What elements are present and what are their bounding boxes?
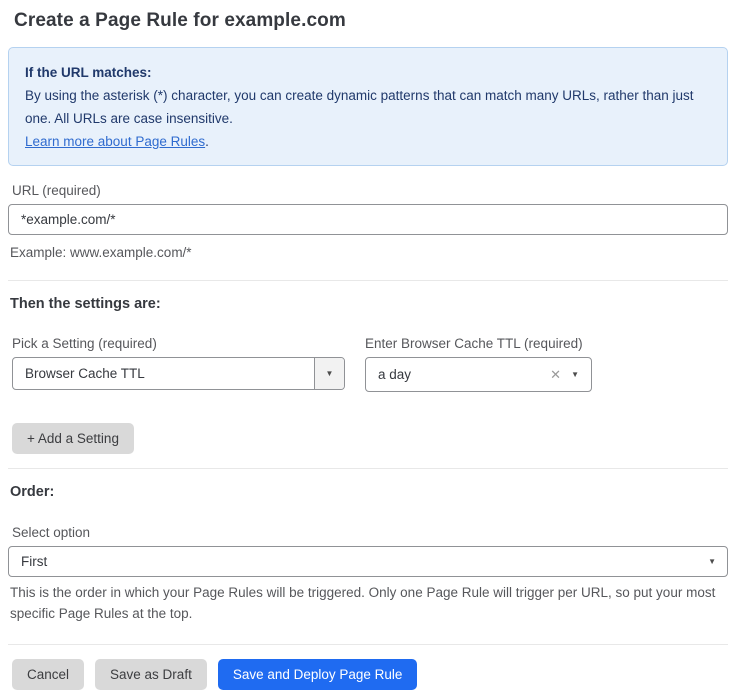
- info-box-link-line: Learn more about Page Rules.: [25, 130, 711, 153]
- url-label: URL (required): [12, 183, 728, 198]
- chevron-down-icon: ▼: [571, 371, 591, 379]
- add-setting-button[interactable]: + Add a Setting: [12, 423, 134, 454]
- chevron-down-icon: ▼: [326, 370, 334, 378]
- setting-select-group: Pick a Setting (required) Browser Cache …: [12, 336, 345, 392]
- order-helper-text: This is the order in which your Page Rul…: [10, 582, 728, 624]
- page-rule-form: Create a Page Rule for example.com If th…: [0, 0, 736, 690]
- url-example-helper: Example: www.example.com/*: [10, 242, 728, 263]
- save-as-draft-button[interactable]: Save as Draft: [95, 659, 207, 690]
- setting-select-caret-segment[interactable]: ▼: [314, 358, 344, 389]
- setting-select[interactable]: Browser Cache TTL ▼: [12, 357, 345, 390]
- clear-icon[interactable]: ✕: [546, 367, 571, 383]
- save-and-deploy-button[interactable]: Save and Deploy Page Rule: [218, 659, 418, 690]
- ttl-select-group: Enter Browser Cache TTL (required) a day…: [365, 336, 592, 392]
- info-box-heading: If the URL matches:: [25, 61, 711, 84]
- order-heading: Order:: [10, 484, 728, 500]
- divider-settings-order: [8, 468, 728, 469]
- setting-select-label: Pick a Setting (required): [12, 336, 345, 351]
- settings-heading: Then the settings are:: [10, 296, 728, 312]
- ttl-select-value: a day: [366, 367, 546, 382]
- ttl-select-label: Enter Browser Cache TTL (required): [365, 336, 592, 351]
- learn-more-link[interactable]: Learn more about Page Rules: [25, 134, 205, 149]
- page-title: Create a Page Rule for example.com: [14, 10, 728, 32]
- url-matches-info-box: If the URL matches: By using the asteris…: [8, 47, 728, 166]
- order-select[interactable]: First ▼: [8, 546, 728, 577]
- chevron-down-icon: ▼: [708, 558, 727, 566]
- footer-actions: Cancel Save as Draft Save and Deploy Pag…: [12, 659, 728, 690]
- order-select-value: First: [9, 554, 708, 569]
- link-suffix: .: [205, 134, 209, 149]
- order-select-label: Select option: [12, 525, 728, 540]
- info-box-body: By using the asterisk (*) character, you…: [25, 84, 711, 130]
- divider-url-settings: [8, 280, 728, 281]
- url-input[interactable]: [8, 204, 728, 235]
- ttl-select[interactable]: a day ✕ ▼: [365, 357, 592, 392]
- divider-order-footer: [8, 644, 728, 645]
- cancel-button[interactable]: Cancel: [12, 659, 84, 690]
- setting-select-value: Browser Cache TTL: [13, 366, 314, 381]
- settings-selects-row: Pick a Setting (required) Browser Cache …: [12, 336, 728, 392]
- url-section: URL (required) Example: www.example.com/…: [8, 183, 728, 263]
